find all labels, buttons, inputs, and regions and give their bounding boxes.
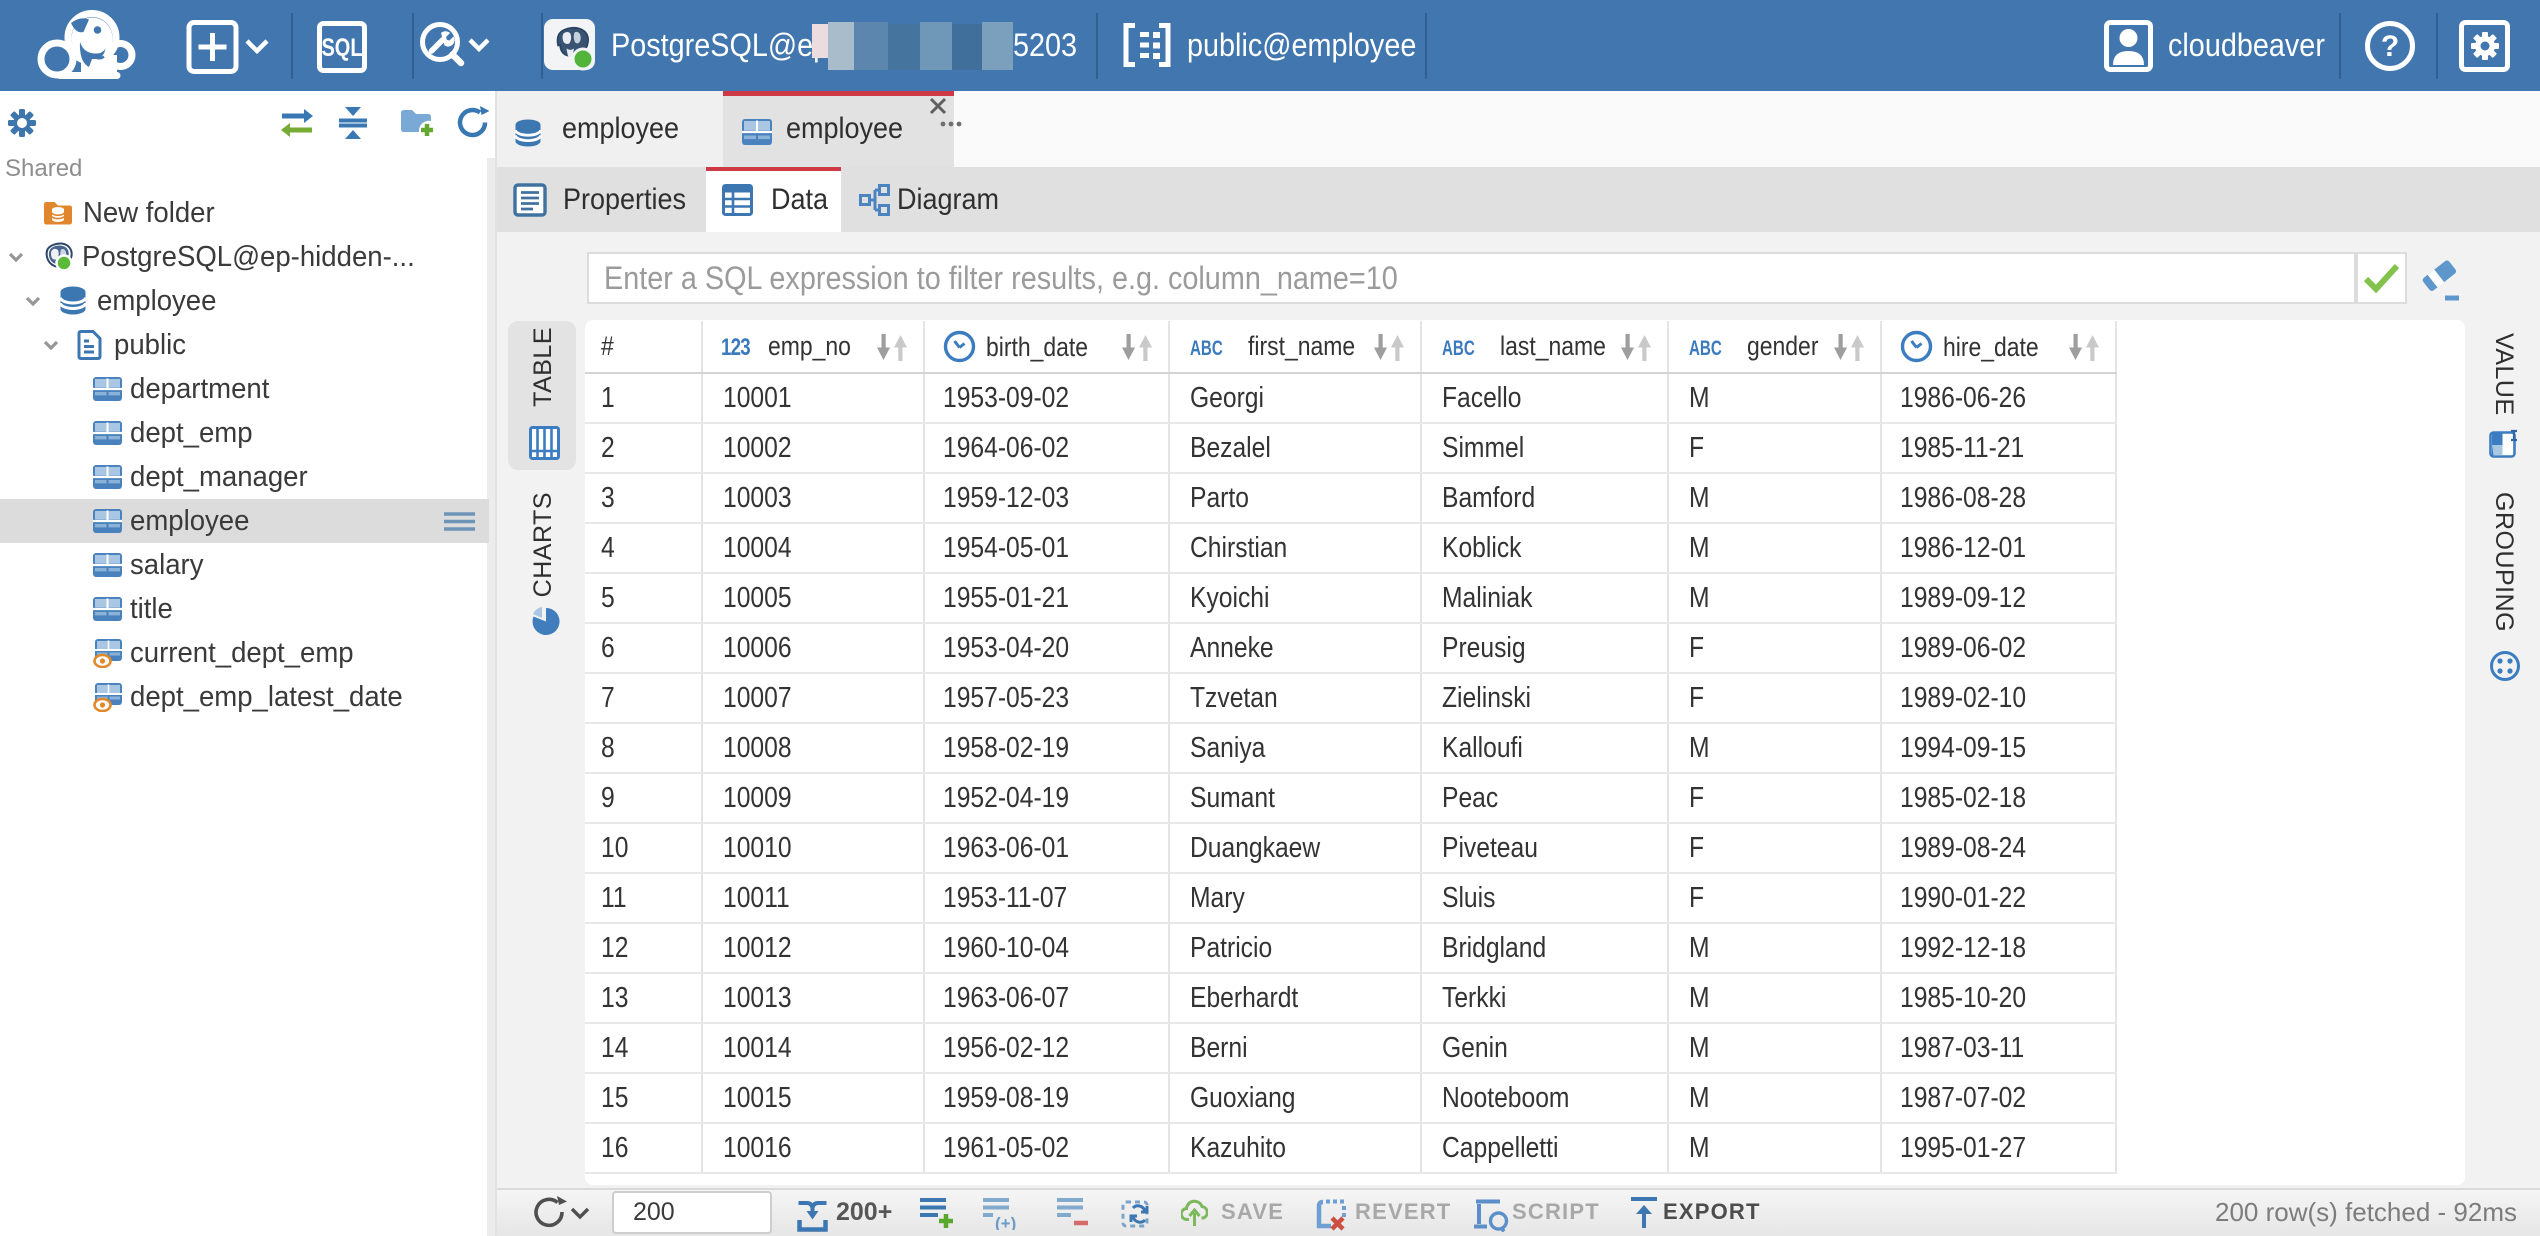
svg-text:SQL: SQL <box>321 34 362 62</box>
svg-text:?: ? <box>2381 30 2399 63</box>
svg-text:(+): (+) <box>995 1214 1016 1230</box>
